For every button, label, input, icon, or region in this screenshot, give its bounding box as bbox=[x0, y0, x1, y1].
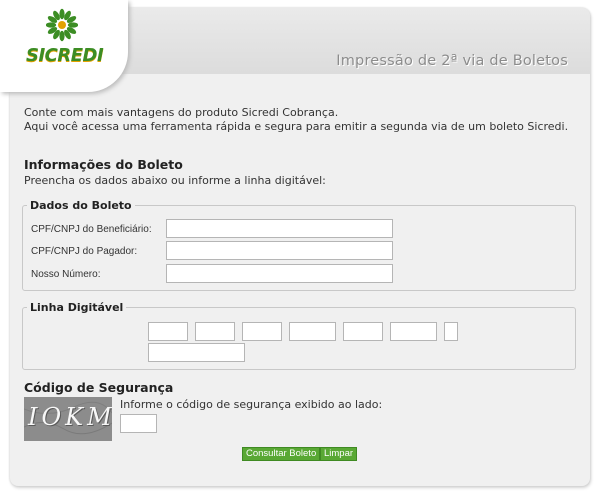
logo-wordmark: SICREDI bbox=[26, 45, 104, 66]
section-title-informacoes: Informações do Boleto bbox=[24, 157, 183, 172]
intro-line-1: Conte com mais vantagens do produto Sicr… bbox=[24, 106, 339, 119]
cpf-beneficiario-input[interactable] bbox=[166, 219, 393, 238]
limpar-button[interactable]: Limpar bbox=[320, 447, 358, 461]
captcha-image: IOKM bbox=[24, 397, 112, 441]
linha-digitavel-input-7[interactable] bbox=[444, 322, 458, 341]
nosso-numero-label: Nosso Número: bbox=[31, 269, 101, 280]
sicredi-flower-icon bbox=[46, 8, 78, 42]
linha-digitavel-input-4[interactable] bbox=[289, 322, 336, 341]
section-subtitle: Preencha os dados abaixo ou informe a li… bbox=[24, 174, 326, 187]
cpf-pagador-input[interactable] bbox=[166, 241, 393, 260]
page-title: Impressão de 2ª via de Boletos bbox=[336, 53, 568, 69]
consultar-boleto-button[interactable]: Consultar Boleto bbox=[242, 447, 321, 461]
linha-digitavel-input-8[interactable] bbox=[148, 343, 245, 362]
nosso-numero-input[interactable] bbox=[166, 264, 393, 283]
linha-digitavel-input-5[interactable] bbox=[343, 322, 383, 341]
captcha-input[interactable] bbox=[120, 414, 157, 433]
cpf-pagador-label: CPF/CNPJ do Pagador: bbox=[31, 246, 138, 257]
logo-tab: SICREDI bbox=[0, 0, 128, 92]
linha-digitavel-input-3[interactable] bbox=[242, 322, 282, 341]
intro-text: Conte com mais vantagens do produto Sicr… bbox=[24, 106, 568, 133]
cpf-beneficiario-label: CPF/CNPJ do Beneficiário: bbox=[31, 224, 152, 235]
dados-legend: Dados do Boleto bbox=[30, 199, 132, 212]
linha-legend: Linha Digitável bbox=[30, 301, 124, 314]
captcha-hint: Informe o código de segurança exibido ao… bbox=[120, 398, 383, 411]
intro-line-2: Aqui você acessa uma ferramenta rápida e… bbox=[24, 119, 569, 133]
captcha-text: IOKM bbox=[28, 403, 112, 431]
linha-digitavel-input-1[interactable] bbox=[148, 322, 188, 341]
linha-digitavel-input-2[interactable] bbox=[195, 322, 235, 341]
codigo-seguranca-title: Código de Segurança bbox=[24, 380, 174, 395]
linha-digitavel-input-6[interactable] bbox=[390, 322, 437, 341]
